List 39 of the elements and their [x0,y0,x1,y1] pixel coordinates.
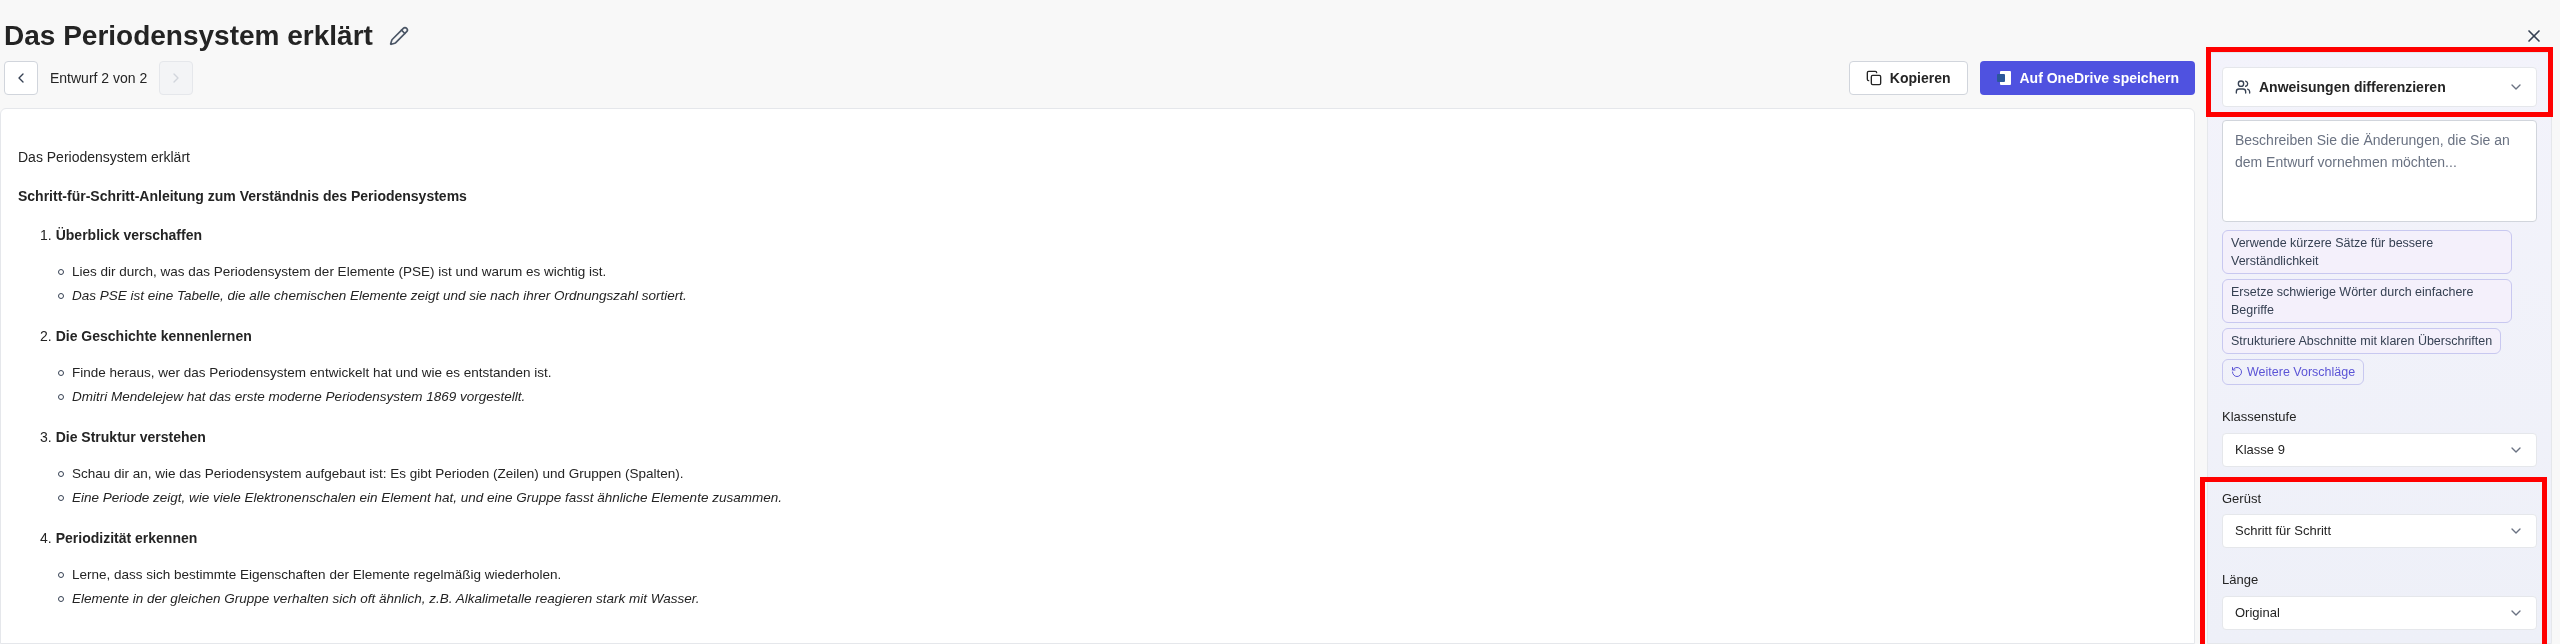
bullet-text: Lerne, dass sich bestimmte Eigenschaften der Elemente regelmäßig wiederholen. [72,565,562,584]
edit-icon[interactable] [388,26,409,46]
bullet-text: Das PSE ist eine Tabelle, die alle chemischen Elemente zeigt und sie nach ihrer Ordnungszahl sortiert. [72,286,687,305]
step-number: 4. [40,529,52,548]
bullet-text: Finde heraus, wer das Periodensystem entwickelt hat und wie es entstanden ist. [72,363,552,382]
suggestion-chip[interactable]: Ersetze schwierige Wörter durch einfachere Begriffe [2222,279,2512,323]
step-title: Überblick verschaffen [55,226,202,245]
mode-dropdown[interactable]: Anweisungen differenzieren [2222,67,2537,107]
bullet-text: Elemente in der gleichen Gruppe verhalten sich oft ähnlich, z.B. Alkalimetalle reagieren stark mit Wasser. [72,589,700,608]
copy-button[interactable]: Kopieren [1848,61,1968,95]
suggestion-chip[interactable]: Verwende kürzere Sätze für bessere Verständlichkeit [2222,230,2512,274]
field-label: Gerüst [2222,489,2262,508]
select-field[interactable]: Original [2222,595,2537,630]
prompt-field[interactable]: Beschreiben Sie die Änderungen, die Sie an dem Entwurf vornehmen möchten... [2222,120,2537,222]
bullet-text: Eine Periode zeigt, wie viele Elektronenschalen ein Element hat, und eine Gruppe fasst ähnliche Elemente zusammen. [72,488,782,507]
field-label: Länge [2222,571,2260,589]
people-icon [2235,79,2251,95]
bullet-text: Dmitri Mendelejew hat das erste moderne Periodensystem 1869 vorgestellt. [72,387,526,406]
step-title: Periodizität erkennen [55,529,198,548]
bullet-text: Lies dir durch, was das Periodensystem der Elemente (PSE) ist und warum es wichtig ist. [72,262,607,281]
more-suggestions-button[interactable]: Weitere Vorschläge [2222,359,2365,385]
step-number: 1. [40,226,52,245]
step-title: Die Struktur verstehen [55,428,206,447]
save-onedrive-button[interactable]: Auf OneDrive speichern [1979,61,2195,95]
bullet-text: Schau dir an, wie das Periodensystem aufgebaut ist: Es gibt Perioden (Zeilen) und Gruppen (Spalten). [72,464,684,483]
step-number: 3. [40,428,52,447]
step-title: Die Geschichte kennenlernen [55,327,252,346]
suggestion-chip[interactable]: Strukturiere Abschnitte mit klaren Überschriften [2222,328,2502,354]
copy-icon [1865,70,1882,86]
page-title: Das Periodensystem erklärt [4,19,373,53]
document-icon [1995,70,2012,86]
field-label: Klassenstufe [2222,408,2298,426]
refresh-icon [2231,366,2243,378]
select-field[interactable]: Schritt für Schritt [2222,514,2537,548]
draft-counter: Entwurf 2 von 2 [50,69,148,88]
document-heading: Schritt-für-Schritt-Anleitung zum Verständnis des Periodensystems [18,187,468,206]
step-number: 2. [40,327,52,346]
document-title: Das Periodensystem erklärt [18,148,191,167]
select-field[interactable]: Klasse 9 [2222,432,2537,467]
